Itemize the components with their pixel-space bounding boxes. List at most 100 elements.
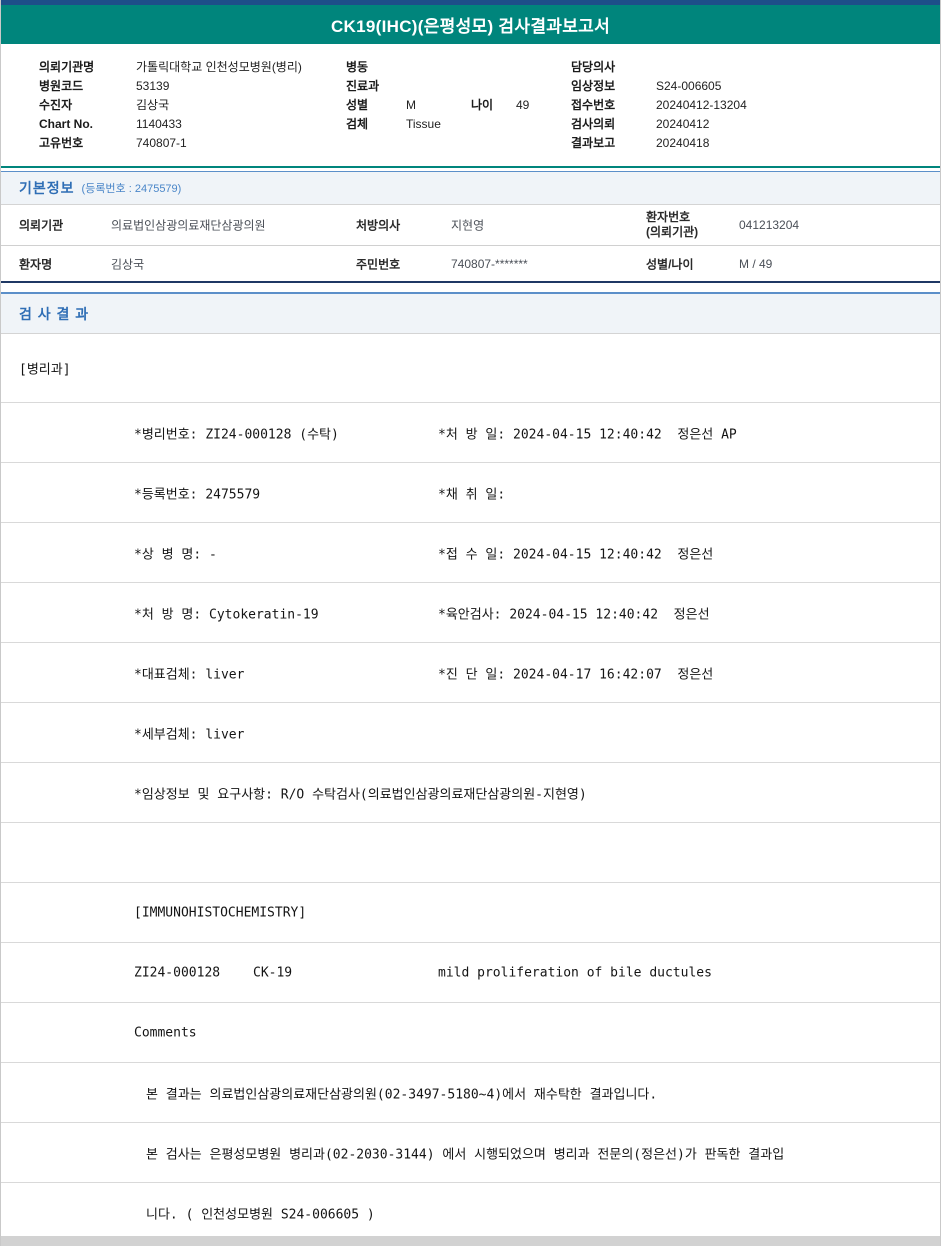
cell-label: 주민번호 <box>356 257 401 271</box>
field-label: 결과보고 <box>571 136 616 150</box>
info-row: 수진자 김상국 <box>39 95 302 114</box>
detail-left-text: *등록번호: 2475579 <box>134 487 261 502</box>
registration-number: (등록번호 : 2475579) <box>81 183 182 195</box>
detail-left-text: *대표검체: liver <box>134 667 245 682</box>
section-test-results-header: 검 사 결 과 <box>1 292 940 334</box>
field-label: 병원코드 <box>39 79 84 93</box>
field-label: 수진자 <box>39 98 73 112</box>
field-value: 가톨릭대학교 인천성모병원(병리) <box>136 60 302 74</box>
detail-right-text: *육안검사: 2024-04-15 12:40:42 정은선 <box>438 607 710 622</box>
field-value: 20240418 <box>656 135 710 150</box>
department-row: [병리과] <box>1 334 940 403</box>
field-value: 740807-1 <box>136 135 187 150</box>
info-row: 의뢰기관명 가톨릭대학교 인천성모병원(병리) <box>39 57 302 76</box>
table-row: 의뢰기관 의료법인삼광의료재단삼광의원 처방의사 지현영 환자번호 (의뢰기관)… <box>1 205 940 245</box>
comment-line: 본 결과는 의료법인삼광의료재단삼광의원(02-3497-5180~4)에서 재… <box>146 1087 658 1102</box>
section-title-test-results: 검 사 결 과 <box>19 305 90 322</box>
info-row: 병동 <box>346 57 529 76</box>
info-row: 검체 Tissue <box>346 114 529 133</box>
table-row: 환자명 김상국 주민번호 740807-******* 성별/나이 M / 49 <box>1 245 940 281</box>
detail-left-text: *병리번호: ZI24-000128 (수탁) <box>134 427 339 442</box>
cell-value: M / 49 <box>739 256 773 271</box>
comment-line: 본 검사는 은평성모병원 병리과(02-2030-3144) 에서 시행되었으며… <box>146 1147 785 1162</box>
info-row: Chart No. 1140433 <box>39 114 302 133</box>
field-value: 20240412 <box>656 116 710 131</box>
detail-left-text: *세부검체: liver <box>134 727 245 742</box>
info-row: 검사의뢰 20240412 <box>571 114 747 133</box>
field-value: 1140433 <box>136 116 182 131</box>
cell-value: 김상국 <box>111 257 145 271</box>
info-row: 임상정보 S24-006605 <box>571 76 747 95</box>
detail-right-text: *처 방 일: 2024-04-15 12:40:42 정은선 AP <box>438 427 737 442</box>
comments-label: Comments <box>134 1025 197 1040</box>
field-value: 49 <box>516 97 530 112</box>
test-result: mild proliferation of bile ductules <box>438 965 712 980</box>
ihc-result-row: ZI24-000128 CK-19 mild proliferation of … <box>1 943 940 1003</box>
info-row: 성별 M 나이 49 <box>346 95 529 114</box>
field-label: 담당의사 <box>571 60 616 74</box>
field-value: 김상국 <box>136 98 170 112</box>
detail-left-text: *임상정보 및 요구사항: R/O 수탁검사(의료법인삼광의료재단삼광의원-지현… <box>134 787 587 802</box>
result-detail-row: *세부검체: liver <box>1 703 940 763</box>
info-right-column: 담당의사 임상정보 S24-006605 접수번호 20240412-13204… <box>571 57 747 152</box>
field-label: 검체 <box>346 117 369 131</box>
result-detail-row: *대표검체: liver *진 단 일: 2024-04-17 16:42:07… <box>1 643 940 703</box>
title-bar: CK19(IHC)(은평성모) 검사결과보고서 <box>1 5 940 44</box>
comment-line: 니다. ( 인천성모병원 S24-006605 ) <box>146 1207 375 1222</box>
comments-header-row: Comments <box>1 1003 940 1063</box>
test-name: CK-19 <box>253 965 293 980</box>
field-label: 나이 <box>471 98 494 112</box>
department-label: [병리과] <box>19 362 71 378</box>
detail-right-text: *진 단 일: 2024-04-17 16:42:07 정은선 <box>438 667 714 682</box>
report-title: CK19(IHC)(은평성모) 검사결과보고서 <box>330 17 611 36</box>
info-middle-column: 병동 진료과 성별 M 나이 49 검체 Tissue <box>346 57 529 133</box>
detail-right-text: *채 취 일: <box>438 487 506 502</box>
results-area: [병리과] *병리번호: ZI24-000128 (수탁) *처 방 일: 20… <box>1 334 940 1243</box>
info-row: 접수번호 20240412-13204 <box>571 95 747 114</box>
field-value: 20240412-13204 <box>656 97 747 112</box>
cell-value: 지현영 <box>451 218 485 233</box>
field-value: S24-006605 <box>656 78 722 93</box>
field-label: 의뢰기관명 <box>39 60 95 74</box>
info-row: 고유번호 740807-1 <box>39 133 302 152</box>
detail-left-text: *상 병 명: - <box>134 547 217 562</box>
comment-row: 니다. ( 인천성모병원 S24-006605 ) <box>1 1183 940 1243</box>
header-info-section: 의뢰기관명 가톨릭대학교 인천성모병원(병리) 병원코드 53139 수진자 김… <box>1 44 940 168</box>
field-value: 53139 <box>136 78 170 93</box>
field-value: M <box>406 97 416 112</box>
cell-label: 처방의사 <box>356 218 401 233</box>
cell-value: 의료법인삼광의료재단삼광의원 <box>111 218 266 233</box>
detail-left-text: *처 방 명: Cytokeratin-19 <box>134 607 319 622</box>
result-detail-row: *상 병 명: - *접 수 일: 2024-04-15 12:40:42 정은… <box>1 523 940 583</box>
field-label: 성별 <box>346 98 369 112</box>
cell-label: 환자번호 (의뢰기관) <box>646 210 699 239</box>
cell-label: 환자명 <box>19 257 53 271</box>
field-label: Chart No. <box>39 116 93 131</box>
result-detail-row: *임상정보 및 요구사항: R/O 수탁검사(의료법인삼광의료재단삼광의원-지현… <box>1 763 940 823</box>
specimen-code: ZI24-000128 <box>134 965 221 980</box>
info-row: 결과보고 20240418 <box>571 133 747 152</box>
cell-label: 의뢰기관 <box>19 218 64 233</box>
empty-row <box>1 823 940 883</box>
report-page: CK19(IHC)(은평성모) 검사결과보고서 의뢰기관명 가톨릭대학교 인천성… <box>0 0 941 1246</box>
info-row: 병원코드 53139 <box>39 76 302 95</box>
info-left-column: 의뢰기관명 가톨릭대학교 인천성모병원(병리) 병원코드 53139 수진자 김… <box>39 57 302 152</box>
field-label: 진료과 <box>346 79 380 93</box>
field-label: 임상정보 <box>571 79 616 93</box>
info-row: 담당의사 <box>571 57 747 76</box>
field-label: 고유번호 <box>39 136 84 150</box>
footer-strip <box>1 1236 940 1246</box>
detail-right-text: *접 수 일: 2024-04-15 12:40:42 정은선 <box>438 547 714 562</box>
field-label: 병동 <box>346 60 369 74</box>
field-label: 검사의뢰 <box>571 117 616 131</box>
cell-value: 041213204 <box>739 218 800 232</box>
ihc-section-header: [IMMUNOHISTOCHEMISTRY] <box>134 905 307 920</box>
ihc-section-header-row: [IMMUNOHISTOCHEMISTRY] <box>1 883 940 943</box>
comment-row: 본 검사는 은평성모병원 병리과(02-2030-3144) 에서 시행되었으며… <box>1 1123 940 1183</box>
result-detail-row: *등록번호: 2475579 *채 취 일: <box>1 463 940 523</box>
field-label: 접수번호 <box>571 98 616 112</box>
result-detail-row: *처 방 명: Cytokeratin-19 *육안검사: 2024-04-15… <box>1 583 940 643</box>
cell-label: 성별/나이 <box>646 257 694 271</box>
section-title-basic-info: 기본정보 <box>19 180 75 196</box>
comment-row: 본 결과는 의료법인삼광의료재단삼광의원(02-3497-5180~4)에서 재… <box>1 1063 940 1123</box>
